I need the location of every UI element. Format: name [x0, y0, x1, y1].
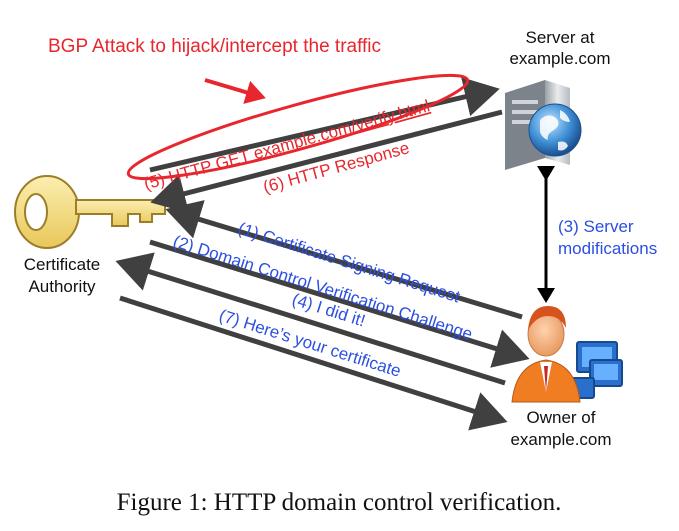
key-icon — [14, 175, 166, 249]
server-label-line2: example.com — [509, 49, 610, 68]
owner-label-line2: example.com — [510, 430, 611, 449]
attack-pointer-arrow — [204, 78, 266, 104]
figure-caption: Figure 1: HTTP domain control verificati… — [117, 489, 562, 516]
diagram: BGP Attack to hijack/intercept the traff… — [14, 28, 657, 516]
step3-label-line2: modifications — [558, 239, 657, 258]
server-label-line1: Server at — [526, 28, 595, 47]
person-computers-icon — [511, 306, 623, 403]
owner-label-line1: Owner of — [527, 408, 596, 427]
step3-label-line1: (3) Server — [558, 217, 634, 236]
server-globe-icon — [505, 80, 582, 170]
ca-label-line2: Authority — [28, 277, 96, 296]
ca-label-line1: Certificate — [24, 255, 101, 274]
attack-title: BGP Attack to hijack/intercept the traff… — [48, 36, 381, 57]
